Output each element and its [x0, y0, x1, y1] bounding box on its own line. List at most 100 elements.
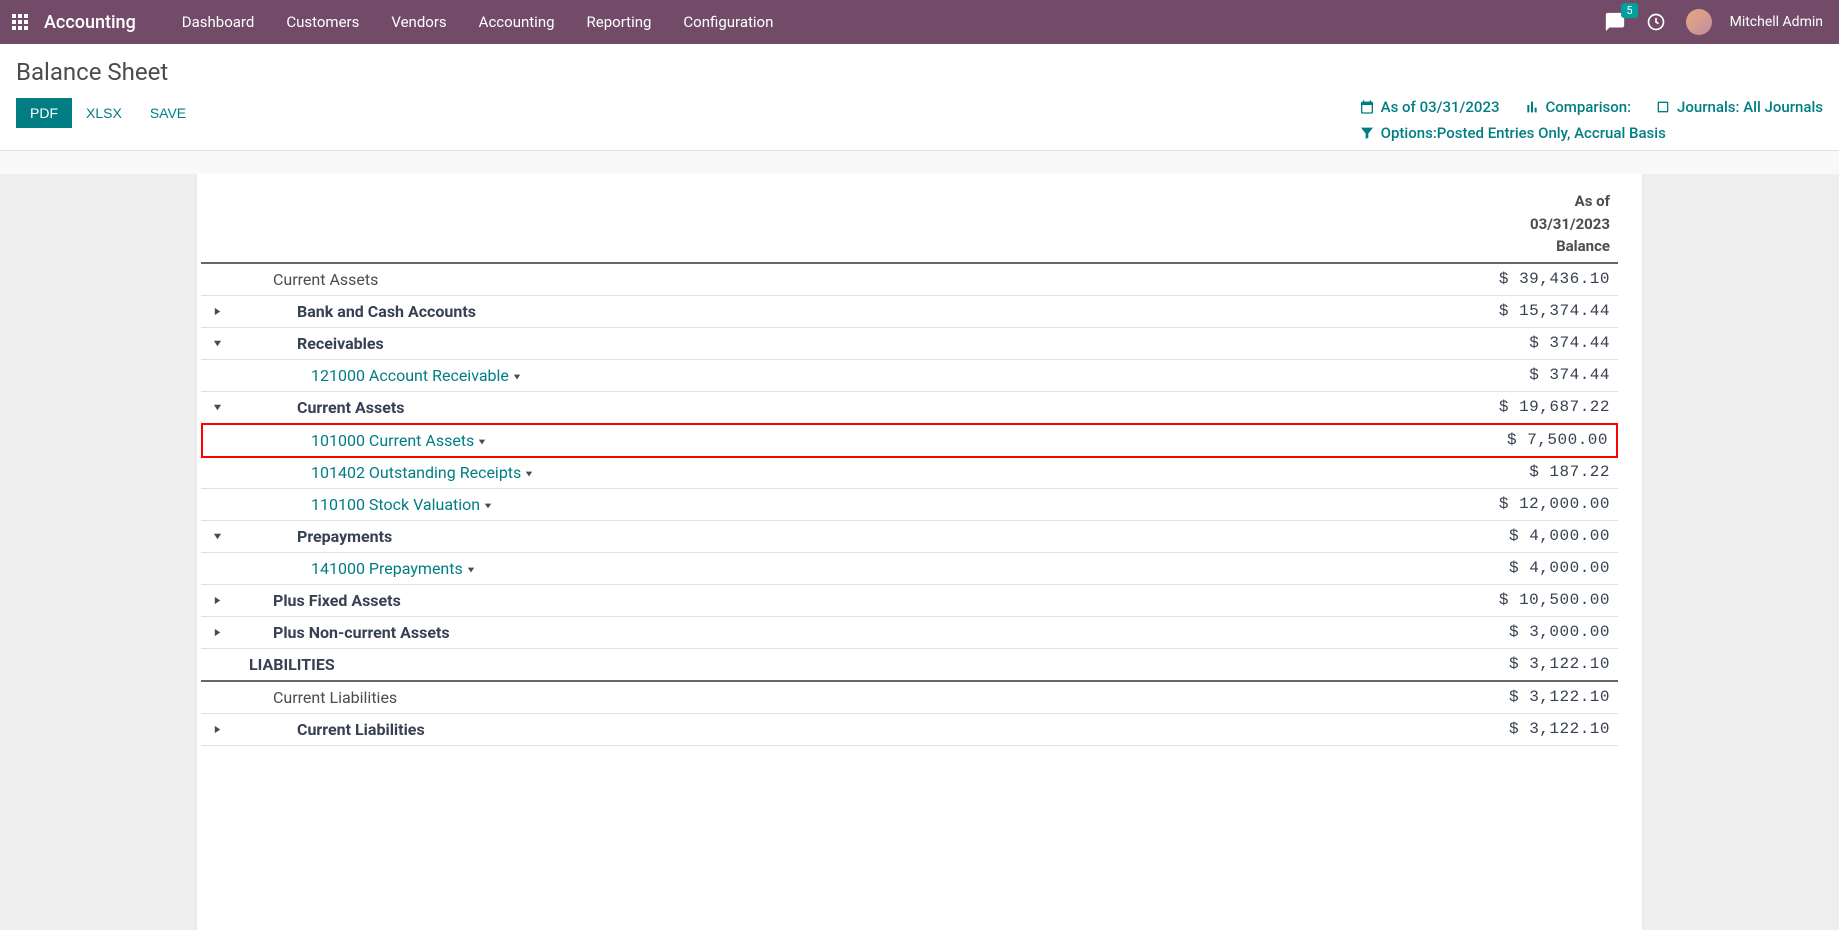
expand-caret[interactable] [209, 725, 225, 734]
report-row: 101402 Outstanding Receipts $ 187.22 [201, 457, 1618, 489]
nav-customers[interactable]: Customers [270, 1, 375, 43]
account-link[interactable]: 101000 Current Assets [311, 431, 486, 450]
book-icon [1655, 99, 1671, 115]
row-value: $ 187.22 [1440, 463, 1610, 481]
nav-vendors[interactable]: Vendors [375, 1, 462, 43]
nav-accounting[interactable]: Accounting [463, 1, 571, 43]
chevron-down-icon [484, 502, 492, 510]
report-rows: Current Assets$ 39,436.10Bank and Cash A… [201, 264, 1618, 746]
nav-reporting[interactable]: Reporting [571, 1, 668, 43]
control-panel: Balance Sheet PDF XLSX SAVE As of 03/31/… [0, 44, 1839, 151]
row-label: Current Liabilities [273, 688, 397, 707]
report-sheet: As of 03/31/2023 Balance Current Assets$… [197, 174, 1642, 930]
export-buttons: PDF XLSX SAVE [16, 98, 200, 128]
filter-journals[interactable]: Journals: All Journals [1655, 98, 1823, 116]
filter-comparison[interactable]: Comparison: [1524, 98, 1632, 116]
row-label: Plus Non-current Assets [273, 623, 450, 642]
report-header-row: As of 03/31/2023 Balance [201, 186, 1618, 264]
row-label: Current Assets [273, 270, 378, 289]
messages-badge: 5 [1621, 3, 1637, 18]
chevron-down-icon [467, 566, 475, 574]
report-row: Current Liabilities $ 3,122.10 [201, 714, 1618, 746]
row-label: Receivables [297, 334, 384, 353]
report-row: Plus Fixed Assets $ 10,500.00 [201, 585, 1618, 617]
report-header-date: As of 03/31/2023 Balance [1440, 190, 1610, 258]
report-row: 141000 Prepayments$ 4,000.00 [201, 553, 1618, 585]
report-row: Receivables $ 374.44 [201, 328, 1618, 360]
row-value: $ 374.44 [1440, 334, 1610, 352]
report-row: 101000 Current Assets $ 7,500.00 [201, 423, 1618, 458]
user-name[interactable]: Mitchell Admin [1730, 14, 1823, 30]
row-value: $ 7,500.00 [1438, 431, 1608, 449]
report-row: 110100 Stock Valuation $ 12,000.00 [201, 489, 1618, 521]
chevron-down-icon [513, 373, 521, 381]
row-label: LIABILITIES [249, 655, 335, 674]
row-label: Current Assets [297, 398, 404, 417]
expand-caret[interactable] [209, 596, 225, 605]
expand-caret[interactable] [209, 403, 225, 412]
row-label-col: Plus Non-current Assets [225, 623, 1440, 642]
expand-caret[interactable] [209, 532, 225, 541]
xlsx-button[interactable]: XLSX [72, 98, 136, 128]
row-value: $ 10,500.00 [1440, 591, 1610, 609]
row-value: $ 15,374.44 [1440, 302, 1610, 320]
expand-caret[interactable] [209, 339, 225, 348]
row-value: $ 374.44 [1440, 366, 1610, 384]
activity-icon[interactable] [1646, 12, 1666, 32]
row-value: $ 3,122.10 [1440, 688, 1610, 706]
calendar-icon [1359, 99, 1375, 115]
account-link[interactable]: 101402 Outstanding Receipts [311, 463, 533, 482]
report-row: 121000 Account Receivable $ 374.44 [201, 360, 1618, 392]
row-value: $ 12,000.00 [1440, 495, 1610, 513]
row-label-col: 101402 Outstanding Receipts [225, 463, 1440, 482]
filter-comparison-label: Comparison: [1546, 98, 1632, 116]
apps-icon[interactable] [8, 10, 32, 34]
nav-right: 5 Mitchell Admin [1604, 9, 1831, 35]
filter-journals-label: Journals: All Journals [1677, 98, 1823, 116]
row-value: $ 3,122.10 [1440, 720, 1610, 738]
row-label-col: LIABILITIES [225, 655, 1440, 674]
row-label-col: Current Liabilities [225, 688, 1440, 707]
row-value: $ 3,122.10 [1440, 655, 1610, 673]
account-link[interactable]: 121000 Account Receivable [311, 366, 521, 385]
filter-as-of[interactable]: As of 03/31/2023 [1359, 98, 1500, 116]
row-label: Bank and Cash Accounts [297, 302, 476, 321]
pdf-button[interactable]: PDF [16, 98, 72, 128]
bar-chart-icon [1524, 99, 1540, 115]
account-link[interactable]: 110100 Stock Valuation [311, 495, 492, 514]
nav-dashboard[interactable]: Dashboard [166, 1, 271, 43]
report-row: Current Assets $ 19,687.22 [201, 392, 1618, 424]
row-label-col: Bank and Cash Accounts [225, 302, 1440, 321]
row-label-col: 110100 Stock Valuation [225, 495, 1440, 514]
row-label-col: 141000 Prepayments [225, 559, 1440, 578]
save-button[interactable]: SAVE [136, 98, 200, 128]
app-brand[interactable]: Accounting [44, 12, 136, 33]
filter-options[interactable]: Options:Posted Entries Only, Accrual Bas… [1359, 124, 1666, 142]
row-label-col: Current Assets [225, 270, 1440, 289]
expand-caret[interactable] [209, 307, 225, 316]
hdr-line2: 03/31/2023 [1440, 213, 1610, 236]
row-label-col: 101000 Current Assets [227, 431, 1438, 450]
report-row: Plus Non-current Assets $ 3,000.00 [201, 617, 1618, 649]
row-label: Current Liabilities [297, 720, 425, 739]
row-value: $ 4,000.00 [1440, 527, 1610, 545]
expand-caret[interactable] [209, 628, 225, 637]
chevron-down-icon [478, 438, 486, 446]
row-label-col: Prepayments [225, 527, 1440, 546]
row-label-col: Receivables [225, 334, 1440, 353]
avatar[interactable] [1686, 9, 1712, 35]
funnel-icon [1359, 125, 1375, 141]
account-link[interactable]: 141000 Prepayments [311, 559, 475, 578]
report-row: LIABILITIES $ 3,122.10 [201, 649, 1618, 682]
row-value: $ 19,687.22 [1440, 398, 1610, 416]
row-label-col: Current Liabilities [225, 720, 1440, 739]
report-row: Current Liabilities $ 3,122.10 [201, 682, 1618, 714]
report-row: Current Assets$ 39,436.10 [201, 264, 1618, 296]
nav-configuration[interactable]: Configuration [667, 1, 789, 43]
body-scroll[interactable]: As of 03/31/2023 Balance Current Assets$… [0, 174, 1839, 930]
row-value: $ 3,000.00 [1440, 623, 1610, 641]
row-label-col: 121000 Account Receivable [225, 366, 1440, 385]
row-label: Plus Fixed Assets [273, 591, 401, 610]
messages-button[interactable]: 5 [1604, 11, 1626, 33]
report-row: Bank and Cash Accounts $ 15,374.44 [201, 296, 1618, 328]
